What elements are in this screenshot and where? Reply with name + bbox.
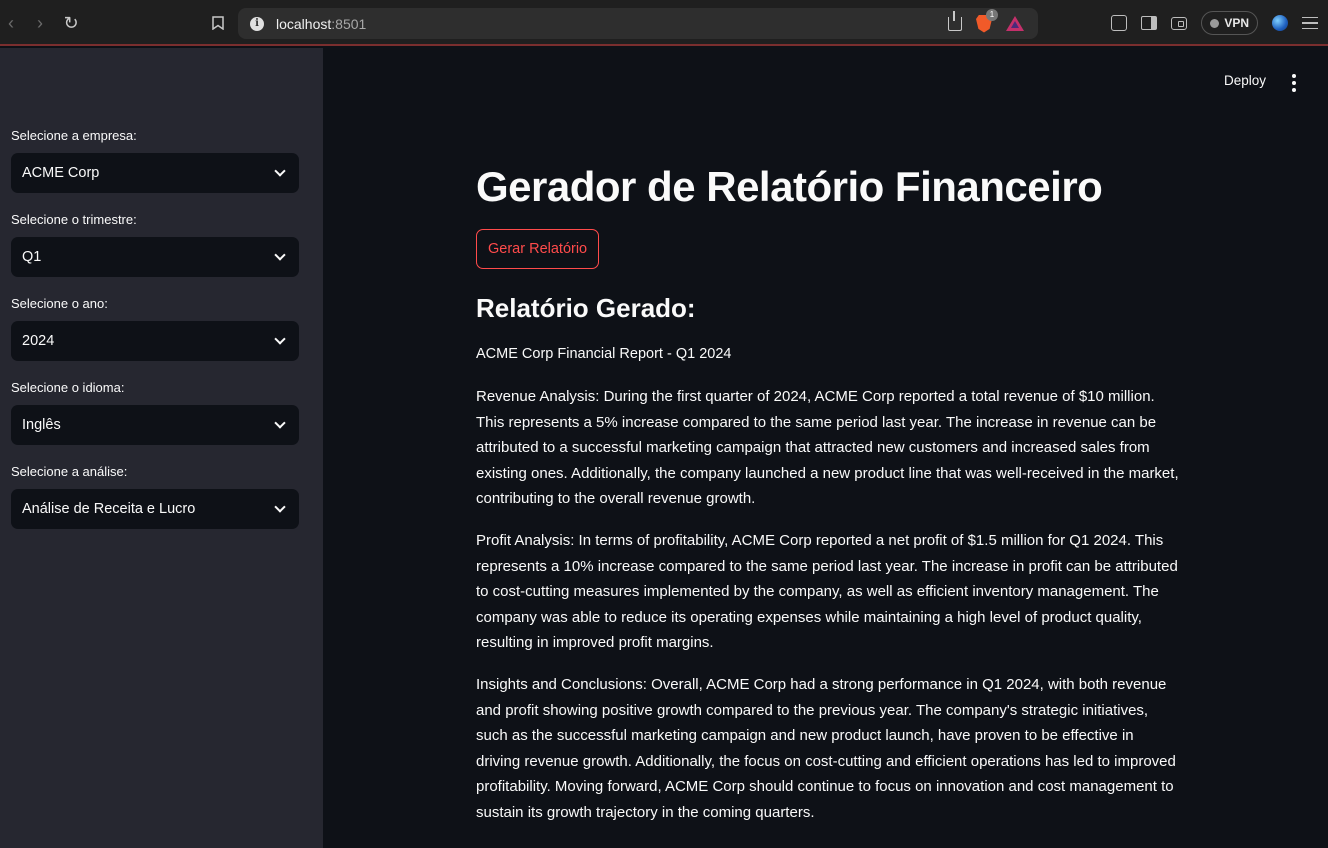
language-value: Inglês <box>22 417 61 433</box>
sidebar: Selecione a empresa: ACME Corp Selecione… <box>0 48 323 848</box>
year-label: Selecione o ano: <box>11 296 108 311</box>
chevron-down-icon <box>274 416 286 429</box>
chevron-down-icon <box>274 500 286 513</box>
quarter-label: Selecione o trimestre: <box>11 212 137 227</box>
analysis-select[interactable]: Análise de Receita e Lucro <box>11 489 299 529</box>
vpn-button[interactable]: VPN <box>1201 11 1258 35</box>
report-heading: Relatório Gerado: <box>476 293 696 323</box>
year-value: 2024 <box>22 333 55 349</box>
analysis-label: Selecione a análise: <box>11 464 128 479</box>
analysis-value: Análise de Receita e Lucro <box>22 501 196 517</box>
quarter-select[interactable]: Q1 <box>11 237 299 277</box>
wallet-icon[interactable] <box>1171 16 1188 30</box>
language-select[interactable]: Inglês <box>11 405 299 445</box>
revenue-analysis-paragraph: Revenue Analysis: During the first quart… <box>476 388 1179 508</box>
year-select[interactable]: 2024 <box>11 321 299 361</box>
page-title: Gerador de Relatório Financeiro <box>476 163 1103 210</box>
company-value: ACME Corp <box>22 165 100 181</box>
analysis-field: Selecione a análise: Análise de Receita … <box>11 463 299 529</box>
language-label: Selecione o idioma: <box>11 380 125 395</box>
company-select[interactable]: ACME Corp <box>11 153 299 193</box>
quarter-field: Selecione o trimestre: Q1 <box>11 211 299 277</box>
profit-analysis-paragraph: Profit Analysis: In terms of profitabili… <box>476 532 1178 652</box>
quarter-value: Q1 <box>22 249 42 265</box>
browser-menu-icon[interactable] <box>1302 16 1318 30</box>
browser-toolbar: ‹ › ↻ i localhost:8501 1 VPN <box>0 0 1328 46</box>
brave-rewards-icon[interactable] <box>1006 16 1024 31</box>
language-field: Selecione o idioma: Inglês <box>11 379 299 445</box>
shield-count-badge: 1 <box>986 8 998 21</box>
generate-report-button[interactable]: Gerar Relatório <box>476 229 600 269</box>
chevron-down-icon <box>274 164 286 177</box>
sidebar-toggle-icon[interactable] <box>1141 16 1158 30</box>
brave-shields-button[interactable]: 1 <box>976 8 998 33</box>
main-content: Deploy Gerador de Relatório Financeiro G… <box>323 48 1328 848</box>
bookmark-icon[interactable] <box>204 9 232 37</box>
address-bar[interactable]: i localhost:8501 1 <box>238 8 1038 39</box>
share-icon[interactable] <box>948 10 962 31</box>
company-label: Selecione a empresa: <box>11 128 137 143</box>
deploy-button[interactable]: Deploy <box>1224 73 1266 88</box>
profile-globe-icon[interactable] <box>1272 15 1288 31</box>
forward-icon[interactable]: › <box>22 9 58 37</box>
chevron-down-icon <box>274 248 286 261</box>
vpn-status-icon <box>1210 18 1220 28</box>
report-title: ACME Corp Financial Report - Q1 2024 <box>476 346 732 362</box>
company-field: Selecione a empresa: ACME Corp <box>11 127 299 193</box>
vpn-label: VPN <box>1224 16 1249 30</box>
url-text: localhost:8501 <box>276 15 367 32</box>
back-icon[interactable]: ‹ <box>0 9 22 37</box>
site-info-icon[interactable]: i <box>250 16 264 31</box>
chevron-down-icon <box>274 332 286 345</box>
main-menu-icon[interactable] <box>1292 74 1296 92</box>
reload-icon[interactable]: ↻ <box>58 9 84 37</box>
year-field: Selecione o ano: 2024 <box>11 295 299 361</box>
insights-paragraph: Insights and Conclusions: Overall, ACME … <box>476 676 1176 821</box>
extensions-icon[interactable] <box>1111 15 1128 31</box>
